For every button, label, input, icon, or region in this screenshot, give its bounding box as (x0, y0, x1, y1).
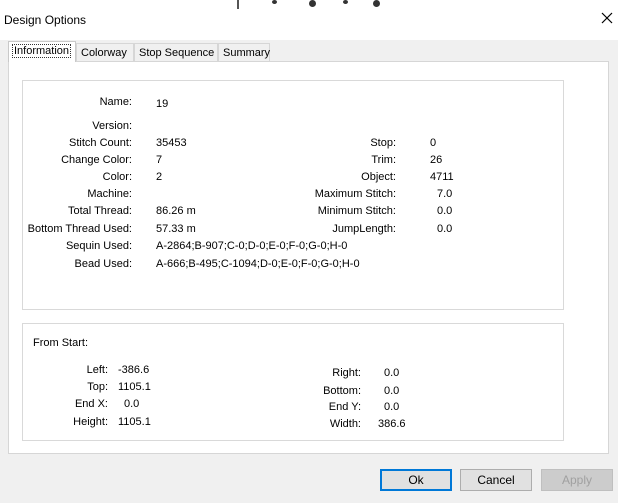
right-label: Right: (332, 367, 361, 379)
sequin-value: A-2864;B-907;C-0;D-0;E-0;F-0;G-0;H-0 (156, 240, 348, 252)
from-start-heading: From Start: (33, 337, 89, 349)
stitch-count-label: Stitch Count: (69, 137, 132, 149)
tab-summary[interactable]: Summary (218, 43, 270, 61)
end-x-value: 0.0 (124, 398, 140, 410)
stop-label: Stop: (370, 137, 396, 149)
ok-button[interactable]: Ok (380, 469, 452, 491)
version-label: Version: (92, 120, 132, 132)
bottom-value: 0.0 (384, 385, 400, 397)
stitch-count-value: 35453 (156, 137, 187, 149)
left-value: -386.6 (118, 364, 150, 376)
close-icon (601, 12, 613, 24)
width-value: 386.6 (378, 418, 406, 430)
background-artifact (272, 0, 277, 4)
design-info-group: Name: 19 Version: Stitch Count: 35453 Ch… (22, 80, 564, 310)
min-stitch-label: Minimum Stitch: (317, 205, 396, 217)
name-value: 19 (156, 98, 169, 110)
tab-information-label: Information (11, 44, 72, 58)
end-x-label: End X: (74, 398, 108, 410)
top-label: Top: (87, 381, 108, 393)
from-start-group: From Start: Left: -386.6 Top: 1105.1 End… (22, 323, 564, 441)
close-button[interactable] (600, 11, 614, 25)
right-value: 0.0 (384, 367, 400, 379)
background-strip (0, 0, 618, 9)
name-label: Name: (99, 96, 132, 108)
end-y-label: End Y: (328, 401, 361, 413)
background-artifact (343, 0, 348, 4)
color-value: 2 (156, 171, 163, 183)
title-bar: Design Options (0, 0, 618, 40)
min-stitch-value: 0.0 (437, 205, 453, 217)
object-value: 4711 (430, 171, 454, 183)
total-thread-label: Total Thread: (67, 205, 132, 217)
height-label: Height: (73, 416, 108, 428)
max-stitch-value: 7.0 (437, 188, 453, 200)
background-artifact (309, 0, 316, 7)
bead-value: A-666;B-495;C-1094;D-0;E-0;F-0;G-0;H-0 (156, 258, 360, 270)
trim-label: Trim: (371, 154, 396, 166)
cancel-button[interactable]: Cancel (460, 469, 532, 491)
tab-colorway[interactable]: Colorway (76, 43, 134, 61)
sequin-label: Sequin Used: (65, 240, 132, 252)
width-label: Width: (329, 418, 361, 430)
object-label: Object: (361, 171, 396, 183)
bead-label: Bead Used: (74, 258, 132, 270)
left-label: Left: (86, 364, 108, 376)
trim-value: 26 (430, 154, 443, 166)
height-value: 1105.1 (118, 416, 151, 428)
machine-label: Machine: (87, 188, 132, 200)
bottom-label: Bottom: (323, 385, 361, 397)
top-value: 1105.1 (118, 381, 151, 393)
stop-value: 0 (430, 137, 437, 149)
jump-length-label: JumpLength: (332, 223, 396, 235)
jump-length-value: 0.0 (437, 223, 453, 235)
background-artifact (373, 0, 380, 7)
color-label: Color: (102, 171, 132, 183)
max-stitch-label: Maximum Stitch: (314, 188, 396, 200)
information-panel: Name: 19 Version: Stitch Count: 35453 Ch… (8, 61, 609, 454)
change-color-label: Change Color: (61, 154, 132, 166)
tab-information[interactable]: Information (8, 41, 76, 62)
end-y-value: 0.0 (384, 401, 400, 413)
background-artifact (237, 0, 239, 9)
change-color-value: 7 (156, 154, 163, 166)
total-thread-value: 86.26 m (156, 205, 196, 217)
bottom-thread-value: 57.33 m (156, 223, 196, 235)
bottom-thread-label: Bottom Thread Used: (27, 223, 132, 235)
apply-button[interactable]: Apply (541, 469, 613, 491)
window-title: Design Options (4, 13, 87, 27)
tab-stop-sequence[interactable]: Stop Sequence (134, 43, 218, 61)
